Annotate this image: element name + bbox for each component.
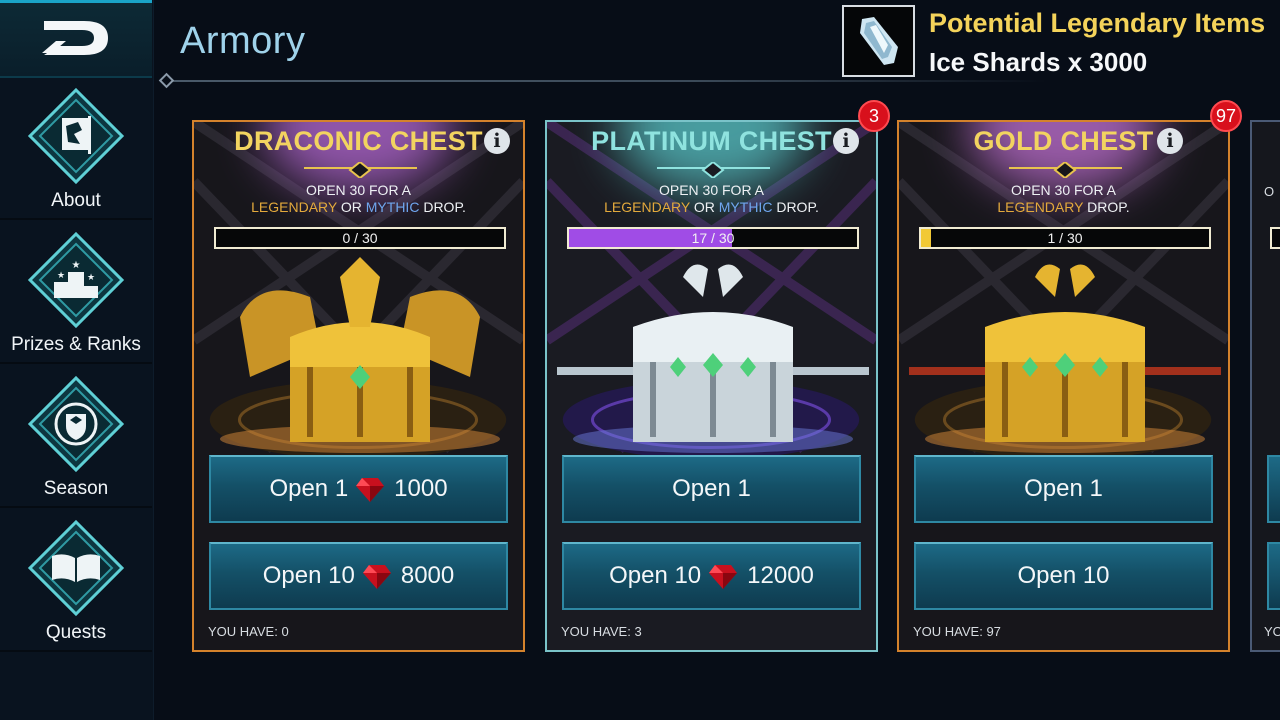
chest-progress-bar: 1 / 30: [919, 227, 1211, 249]
chest-title: GOLD CHEST: [973, 126, 1154, 156]
gold-chest-image: [909, 264, 1221, 453]
open-book-icon: [27, 519, 125, 617]
button-label: Open 10: [609, 562, 702, 589]
sidebar-item-quests[interactable]: Quests: [0, 512, 152, 652]
back-button[interactable]: [0, 0, 152, 78]
sidebar-item-label: Prizes & Ranks: [11, 334, 141, 355]
open-1-button[interactable]: Open 1: [562, 455, 861, 523]
rarity-legendary: LEGENDARY: [997, 199, 1084, 215]
partial-progress-bar: [1270, 227, 1280, 249]
notification-badge: 97: [1210, 100, 1242, 132]
price-label: 8000: [400, 562, 455, 589]
svg-text:★: ★: [72, 260, 81, 271]
button-label: Open 1: [672, 475, 751, 502]
progress-text: 17 / 30: [691, 230, 735, 246]
open-1-button[interactable]: Open 1: [914, 455, 1213, 523]
chest-subtitle: OPEN 30 FOR A LEGENDARY DROP.: [899, 182, 1228, 216]
ruby-gem-icon: [362, 565, 391, 589]
button-label: Open 10: [1017, 562, 1110, 589]
rarity-legendary: LEGENDARY: [604, 199, 690, 215]
page-title: Armory: [180, 20, 306, 62]
open-10-button[interactable]: Open 10: [914, 542, 1213, 610]
sidebar: About ★ ★ ★ Prizes & Ranks Season Quests: [0, 0, 154, 720]
chest-title-row: PLATINUM CHEST: [547, 126, 876, 157]
ice-shard-icon: [859, 17, 898, 65]
header-divider-ornament: [158, 72, 175, 89]
button-label: Open 1: [269, 475, 349, 502]
price-label: 12000: [747, 562, 814, 589]
chest-card-gold[interactable]: GOLD CHEST i OPEN 30 FOR A LEGENDARY DRO…: [897, 120, 1230, 652]
info-icon[interactable]: i: [833, 128, 859, 154]
subtitle-line1: OPEN 30 FOR A: [1010, 182, 1117, 198]
subtitle-connector: OR: [336, 199, 366, 215]
subtitle-connector: OR: [689, 199, 719, 215]
back-arrow-icon: [42, 21, 108, 55]
notification-badge: 3: [858, 100, 890, 132]
header-divider: [166, 80, 1046, 82]
chest-subtitle: OPEN 30 FOR A LEGENDARY OR MYTHIC DROP.: [194, 182, 523, 216]
you-have-count: YOU HAVE: 0: [208, 624, 289, 639]
chest-card-platinum[interactable]: PLATINUM CHEST i OPEN 30 FOR A LEGENDARY…: [545, 120, 878, 652]
platinum-chest-image: [557, 264, 869, 453]
chest-title-row: DRACONIC CHEST: [194, 126, 523, 157]
draconic-chest-image: [220, 257, 500, 453]
info-icon[interactable]: i: [1157, 128, 1183, 154]
partial-open-1-button[interactable]: [1267, 455, 1280, 523]
chest-card-next-partial[interactable]: O YO: [1250, 120, 1280, 652]
partial-subtitle: O: [1264, 184, 1275, 199]
progress-text: 0 / 30: [342, 230, 378, 246]
open-1-button[interactable]: Open 1 1000: [209, 455, 508, 523]
chest-progress-bar: 17 / 30: [567, 227, 859, 249]
sidebar-item-about[interactable]: About: [0, 80, 152, 220]
podium-stars-icon: ★ ★ ★: [27, 231, 125, 329]
sidebar-item-label: Quests: [45, 622, 107, 643]
button-label: Open 10: [262, 562, 355, 589]
rarity-legendary: LEGENDARY: [251, 199, 337, 215]
partial-open-10-button[interactable]: [1267, 542, 1280, 610]
reward-title: Potential Legendary Items: [929, 8, 1266, 38]
rarity-mythic: MYTHIC: [365, 199, 420, 215]
sidebar-item-prizes-ranks[interactable]: ★ ★ ★ Prizes & Ranks: [0, 224, 152, 364]
subtitle-end: DROP.: [772, 199, 819, 215]
subtitle-end: DROP.: [419, 199, 466, 215]
chest-title: PLATINUM CHEST: [591, 126, 832, 156]
chest-title: DRACONIC CHEST: [234, 126, 483, 156]
title-ornament: [1009, 162, 1122, 178]
sidebar-item-season[interactable]: Season: [0, 368, 152, 508]
reward-item-frame[interactable]: [842, 5, 915, 77]
subtitle-line1: OPEN 30 FOR A: [658, 182, 765, 198]
ruby-gem-icon: [709, 565, 738, 589]
laurel-shield-icon: [27, 375, 125, 473]
rarity-mythic: MYTHIC: [718, 199, 773, 215]
chest-card-draconic[interactable]: DRACONIC CHEST i OPEN 30 FOR A LEGENDARY…: [192, 120, 525, 652]
sidebar-item-label: About: [51, 190, 101, 211]
subtitle-line1: OPEN 30 FOR A: [305, 182, 412, 198]
info-icon[interactable]: i: [484, 128, 510, 154]
title-ornament: [657, 162, 770, 178]
reward-amount: Ice Shards x 3000: [929, 47, 1148, 77]
dragon-banner-icon: [27, 87, 125, 185]
progress-text: 1 / 30: [1047, 230, 1083, 246]
chest-progress-bar: 0 / 30: [214, 227, 506, 249]
you-have-count: YOU HAVE: 97: [913, 624, 1001, 639]
open-10-button[interactable]: Open 10 8000: [209, 542, 508, 610]
price-label: 1000: [394, 475, 448, 502]
you-have-count: YOU HAVE: 3: [561, 624, 642, 639]
sidebar-item-label: Season: [43, 478, 109, 499]
partial-you-have: YO: [1264, 624, 1280, 639]
button-label: Open 1: [1024, 475, 1103, 502]
svg-text:★: ★: [57, 270, 65, 280]
chest-subtitle: OPEN 30 FOR A LEGENDARY OR MYTHIC DROP.: [547, 182, 876, 216]
open-10-button[interactable]: Open 10 12000: [562, 542, 861, 610]
svg-text:★: ★: [87, 272, 95, 282]
subtitle-end: DROP.: [1083, 199, 1130, 215]
title-ornament: [304, 162, 417, 178]
ruby-gem-icon: [356, 478, 385, 502]
